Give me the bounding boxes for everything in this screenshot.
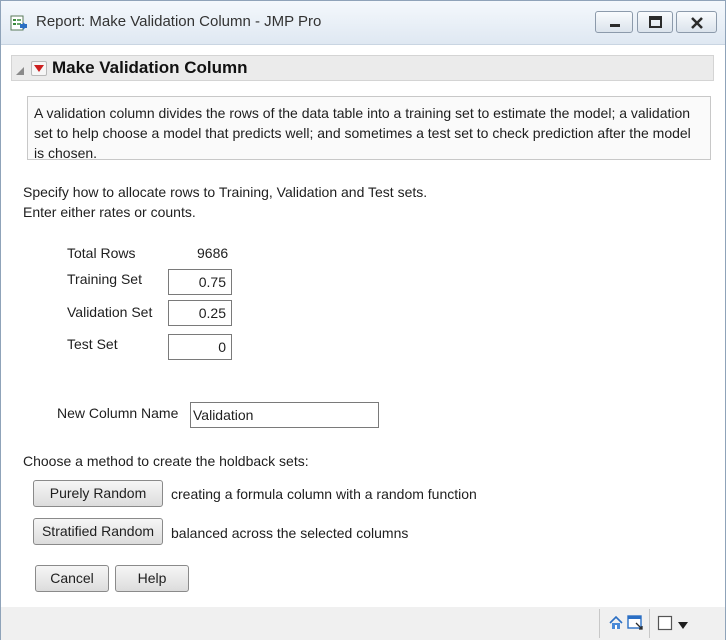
validation-set-label: Validation Set: [67, 304, 153, 320]
new-column-name-input[interactable]: Validation: [190, 402, 379, 428]
total-rows-value: 9686: [197, 245, 229, 261]
maximize-icon: [649, 16, 662, 28]
stratified-random-description: balanced across the selected columns: [171, 525, 409, 541]
instruction-line-2: Enter either rates or counts.: [23, 204, 196, 220]
stratified-random-button[interactable]: Stratified Random: [33, 518, 163, 545]
validation-set-input[interactable]: 0.25: [168, 300, 232, 326]
maximize-button[interactable]: [637, 11, 673, 33]
close-button[interactable]: [676, 11, 717, 33]
instruction-line-1: Specify how to allocate rows to Training…: [23, 184, 428, 200]
purely-random-button[interactable]: Purely Random: [33, 480, 163, 507]
window-square-icon[interactable]: [657, 615, 673, 634]
status-group-window: [649, 609, 695, 638]
disclosure-triangle-icon[interactable]: [15, 63, 25, 75]
report-window: Report: Make Validation Column - JMP Pro: [0, 0, 726, 640]
test-set-label: Test Set: [67, 336, 118, 352]
new-column-name-label: New Column Name: [57, 405, 179, 421]
minimize-button[interactable]: [595, 11, 633, 33]
status-bar: [1, 607, 725, 640]
red-triangle-menu-button[interactable]: [31, 61, 47, 76]
purely-random-description: creating a formula column with a random …: [171, 486, 477, 502]
outline-header: Make Validation Column: [11, 55, 714, 81]
dropdown-arrow-icon[interactable]: [677, 618, 689, 634]
window-tile-icon[interactable]: [627, 615, 643, 634]
method-prompt: Choose a method to create the holdback s…: [23, 453, 309, 469]
home-icon[interactable]: [608, 615, 624, 634]
total-rows-label: Total Rows: [67, 245, 136, 261]
description-text: A validation column divides the rows of …: [34, 105, 691, 161]
help-button[interactable]: Help: [115, 565, 189, 592]
description-box: A validation column divides the rows of …: [27, 96, 711, 161]
status-group-nav: [599, 609, 647, 638]
test-set-input[interactable]: 0: [168, 334, 232, 360]
training-set-label: Training Set: [67, 271, 142, 287]
title-bar[interactable]: Report: Make Validation Column - JMP Pro: [1, 1, 725, 45]
red-triangle-menu-icon: [34, 65, 44, 72]
minimize-icon: [610, 24, 620, 27]
training-set-input[interactable]: 0.75: [168, 269, 232, 295]
jmp-report-icon: [10, 14, 28, 32]
report-title: Make Validation Column: [52, 58, 248, 77]
close-icon: [691, 17, 703, 29]
cancel-button[interactable]: Cancel: [35, 565, 109, 592]
window-title: Report: Make Validation Column - JMP Pro: [36, 13, 322, 30]
